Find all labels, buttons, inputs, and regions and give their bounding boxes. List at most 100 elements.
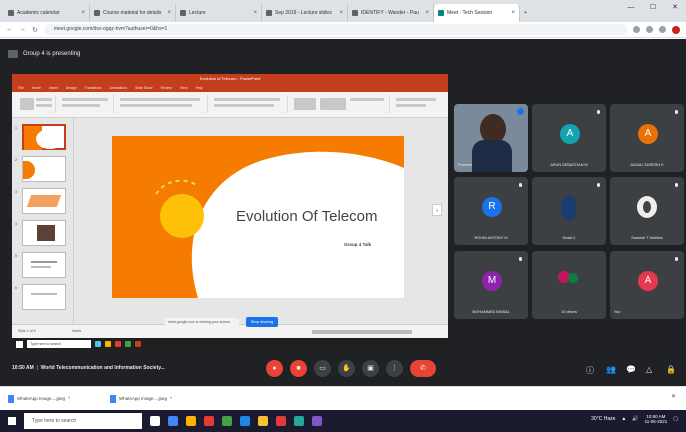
presenting-banner: Group 4 is presenting <box>8 46 80 62</box>
ppt-menu-item[interactable]: Slide Show <box>135 84 153 92</box>
profile-avatar[interactable] <box>672 25 680 34</box>
extension-icon[interactable] <box>633 26 640 33</box>
app-icon[interactable] <box>294 416 304 426</box>
download-bar: WhatsApp Image....jpeg ^ WhatsApp Image.… <box>0 386 686 410</box>
ppt-menu-item[interactable]: Animations <box>110 84 127 92</box>
browser-tab[interactable]: Sep 2019 - Lecture slides × <box>262 4 348 22</box>
browser-tab[interactable]: Course material for details × <box>90 4 176 22</box>
chat-icon[interactable]: 💬 <box>626 365 636 374</box>
avatar <box>637 196 657 218</box>
volume-icon[interactable]: 🔊 <box>632 416 638 422</box>
extension-icon[interactable] <box>646 26 653 33</box>
browser-tab[interactable]: Lecture × <box>176 4 262 22</box>
app-icon[interactable] <box>222 416 232 426</box>
ribbon-group <box>392 95 442 113</box>
file-explorer-icon[interactable] <box>186 416 196 426</box>
clock[interactable]: 10:50 AM 11-05-2021 <box>645 414 668 424</box>
close-icon[interactable]: × <box>167 10 171 16</box>
present-button[interactable]: ▣ <box>362 360 379 377</box>
taskbar-search[interactable]: Type here to search <box>24 413 142 429</box>
download-item[interactable]: WhatsApp Image....jpeg ^ <box>110 393 172 405</box>
back-icon[interactable]: ← <box>6 26 13 33</box>
ppt-side-button[interactable]: › <box>432 204 442 216</box>
notification-icon[interactable]: ▢ <box>673 416 678 422</box>
slide-thumbnail[interactable] <box>22 220 66 246</box>
mic-toggle-button[interactable]: ● <box>266 360 283 377</box>
network-icon[interactable]: ▲ <box>621 416 626 422</box>
reload-icon[interactable]: ↻ <box>32 26 38 34</box>
extension-icon[interactable] <box>659 26 666 33</box>
close-icon[interactable]: ✕ <box>671 393 676 400</box>
windows-start-icon[interactable] <box>8 417 16 425</box>
mic-off-icon <box>674 257 679 263</box>
participant-tile[interactable]: Praveen <box>454 104 528 172</box>
participant-tile[interactable]: A You <box>610 251 684 319</box>
participant-tile[interactable]: M MOHAMMED BINSAL <box>454 251 528 319</box>
camera-toggle-button[interactable]: ■ <box>290 360 307 377</box>
participant-name: Santosh T Mathew <box>631 236 663 240</box>
ppt-menu-item[interactable]: Transitions <box>85 84 102 92</box>
ppt-menu-item[interactable]: Design <box>66 84 77 92</box>
close-icon[interactable]: × <box>339 10 343 16</box>
present-screen-icon <box>8 50 18 58</box>
taskbar-app-icon <box>105 341 111 347</box>
ppt-menu-item[interactable]: View <box>180 84 188 92</box>
app-icon[interactable] <box>258 416 268 426</box>
slide-thumbnail[interactable] <box>22 156 66 182</box>
people-icon[interactable]: 👥 <box>606 365 616 374</box>
zoom-slider[interactable] <box>312 330 412 334</box>
close-window-icon[interactable]: ✕ <box>664 0 686 16</box>
ppt-menu-item[interactable]: Help <box>196 84 203 92</box>
slide-thumbnail[interactable] <box>22 284 66 310</box>
browser-tab[interactable]: IDENTIFY - Wander - Pau × <box>348 4 434 22</box>
new-tab-button[interactable]: + <box>520 4 534 22</box>
participant-tile[interactable]: A ANJALI SURESH K <box>610 104 684 172</box>
app-icon[interactable] <box>204 416 214 426</box>
ppt-menu-item[interactable]: Insert <box>49 84 58 92</box>
app-icon[interactable] <box>312 416 322 426</box>
url-field[interactable]: meet.google.com/dsv-ogqz-hvm?authuser=0&… <box>43 24 627 35</box>
participant-tile[interactable]: R ROHIN ANTONY M <box>454 177 528 245</box>
browser-tab[interactable]: Academic calendar × <box>4 4 90 22</box>
lock-icon[interactable]: 🔒 <box>666 365 676 374</box>
app-icon[interactable] <box>276 416 286 426</box>
chrome-icon[interactable] <box>168 416 178 426</box>
avatar: M <box>482 271 502 291</box>
browser-tab-active[interactable]: Meet - Tech Session × <box>434 4 520 22</box>
task-view-icon[interactable] <box>150 416 160 426</box>
current-slide[interactable]: Evolution Of Telecom Group 4 Talk <box>112 136 404 298</box>
close-icon[interactable]: × <box>253 10 257 16</box>
end-call-button[interactable]: ✆ <box>410 360 436 377</box>
taskbar-app-icon <box>115 341 121 347</box>
ppt-menu-item[interactable]: Review <box>161 84 172 92</box>
participant-tile[interactable]: Swati C <box>532 177 606 245</box>
maximize-icon[interactable]: ☐ <box>642 0 664 16</box>
weather-status[interactable]: 30°C Haze <box>591 416 615 422</box>
info-icon[interactable]: ⓘ <box>586 365 594 376</box>
slide-thumbnail[interactable] <box>22 124 66 150</box>
stop-sharing-button[interactable]: Stop sharing <box>246 317 278 327</box>
close-icon[interactable]: × <box>511 10 515 16</box>
raise-hand-button[interactable]: ✋ <box>338 360 355 377</box>
activities-icon[interactable]: △ <box>646 365 652 374</box>
notes-button[interactable]: Notes <box>72 329 81 333</box>
more-options-button[interactable]: ⋮ <box>386 360 403 377</box>
chevron-up-icon[interactable]: ^ <box>170 393 172 405</box>
forward-icon[interactable]: → <box>19 26 26 33</box>
chevron-up-icon[interactable]: ^ <box>68 393 70 405</box>
minimize-icon[interactable]: — <box>620 0 642 16</box>
slide-thumbnail[interactable] <box>22 188 66 214</box>
close-icon[interactable]: × <box>425 10 429 16</box>
slide-thumbnail[interactable] <box>22 252 66 278</box>
app-icon[interactable] <box>240 416 250 426</box>
avatar: R <box>482 197 502 217</box>
captions-button[interactable]: ▭ <box>314 360 331 377</box>
ppt-menu-item[interactable]: Home <box>32 84 41 92</box>
download-item[interactable]: WhatsApp Image....jpeg ^ <box>8 393 70 405</box>
participant-tile[interactable]: Santosh T Mathew <box>610 177 684 245</box>
participant-tile[interactable]: 10 others <box>532 251 606 319</box>
avatar: A <box>638 124 658 144</box>
participant-tile[interactable]: A ARUN SEBASTIAN M <box>532 104 606 172</box>
close-icon[interactable]: × <box>81 10 85 16</box>
ppt-menu-item[interactable]: File <box>18 84 24 92</box>
